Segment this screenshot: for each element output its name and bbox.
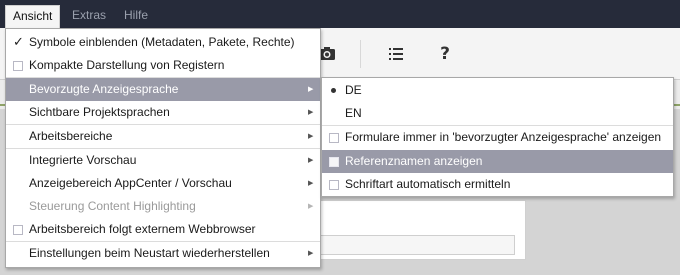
menu-ansicht[interactable]: Ansicht <box>5 5 61 28</box>
help-icon[interactable]: ? <box>435 44 455 64</box>
submenu-arrow-icon: ▶ <box>308 132 314 140</box>
menu-item-label: Arbeitsbereich folgt externem Webbrowser <box>29 222 256 236</box>
menu-item-label: Anzeigebereich AppCenter / Vorschau <box>29 176 232 190</box>
menu-item-label: Sichtbare Projektsprachen <box>29 105 170 119</box>
submenu-item-label: DE <box>345 83 362 97</box>
submenu-item-label: Schriftart automatisch ermitteln <box>345 177 511 191</box>
checkmark-icon: ✓ <box>13 35 24 50</box>
checkbox-icon <box>13 61 23 71</box>
submenu-item-schriftart[interactable]: Schriftart automatisch ermitteln <box>322 173 673 196</box>
submenu-arrow-icon: ▶ <box>308 179 314 187</box>
submenu-arrow-icon: ▶ <box>308 108 314 116</box>
toolbar-separator <box>360 40 361 68</box>
checkbox-icon <box>329 157 339 167</box>
menu-item-label: Steuerung Content Highlighting <box>29 199 196 213</box>
checkbox-icon <box>13 225 23 235</box>
checkbox-icon <box>329 133 339 143</box>
menu-item-anzeigebereich-appcenter[interactable]: Anzeigebereich AppCenter / Vorschau ▶ <box>6 172 320 195</box>
background-panel <box>310 200 526 260</box>
submenu-arrow-icon: ▶ <box>308 202 314 210</box>
menu-item-einstellungen-wiederherstellen[interactable]: Einstellungen beim Neustart wiederherste… <box>6 242 320 265</box>
menu-item-arbeitsbereiche[interactable]: Arbeitsbereiche ▶ <box>6 125 320 148</box>
submenu-item-referenznamen[interactable]: Referenznamen anzeigen <box>322 150 673 173</box>
menu-extras[interactable]: Extras <box>65 4 113 26</box>
menu-item-arbeitsbereich-folgt-webbrowser[interactable]: Arbeitsbereich folgt externem Webbrowser <box>6 218 320 241</box>
submenu-arrow-icon: ▶ <box>308 85 314 93</box>
submenu-item-formulare-immer[interactable]: Formulare immer in 'bevorzugter Anzeiges… <box>322 126 673 149</box>
submenu-item-label: Referenznamen anzeigen <box>345 154 483 168</box>
list-icon[interactable] <box>386 44 406 64</box>
menu-item-label: Arbeitsbereiche <box>29 129 113 143</box>
menubar: Ansicht Extras Hilfe <box>0 0 680 28</box>
anzeigesprache-submenu: DE EN Formulare immer in 'bevorzugter An… <box>321 77 674 197</box>
menu-item-label: Integrierte Vorschau <box>29 153 137 167</box>
submenu-item-en[interactable]: EN <box>322 102 673 125</box>
ansicht-menu: ✓ Symbole einblenden (Metadaten, Pakete,… <box>5 28 321 268</box>
checkbox-icon <box>329 180 339 190</box>
menu-item-symbole-einblenden[interactable]: ✓ Symbole einblenden (Metadaten, Pakete,… <box>6 31 320 54</box>
menu-item-steuerung-content-highlighting: Steuerung Content Highlighting ▶ <box>6 195 320 218</box>
menu-item-label: Einstellungen beim Neustart wiederherste… <box>29 246 270 260</box>
submenu-item-de[interactable]: DE <box>322 79 673 102</box>
submenu-arrow-icon: ▶ <box>308 156 314 164</box>
menu-item-kompakte-darstellung[interactable]: Kompakte Darstellung von Registern <box>6 54 320 77</box>
menu-item-label: Bevorzugte Anzeigesprache <box>29 82 179 96</box>
submenu-arrow-icon: ▶ <box>308 249 314 257</box>
menu-item-label: Symbole einblenden (Metadaten, Pakete, R… <box>29 35 295 49</box>
menu-item-label: Kompakte Darstellung von Registern <box>29 58 225 72</box>
radio-selected-icon <box>331 88 336 93</box>
menu-item-bevorzugte-anzeigesprache[interactable]: Bevorzugte Anzeigesprache ▶ <box>6 78 320 101</box>
submenu-item-label: Formulare immer in 'bevorzugter Anzeiges… <box>345 130 662 144</box>
submenu-item-label: EN <box>345 106 362 120</box>
menu-hilfe[interactable]: Hilfe <box>117 4 155 26</box>
menu-item-integrierte-vorschau[interactable]: Integrierte Vorschau ▶ <box>6 149 320 172</box>
background-field[interactable] <box>319 235 515 255</box>
menu-item-sichtbare-projektsprachen[interactable]: Sichtbare Projektsprachen ▶ <box>6 101 320 124</box>
